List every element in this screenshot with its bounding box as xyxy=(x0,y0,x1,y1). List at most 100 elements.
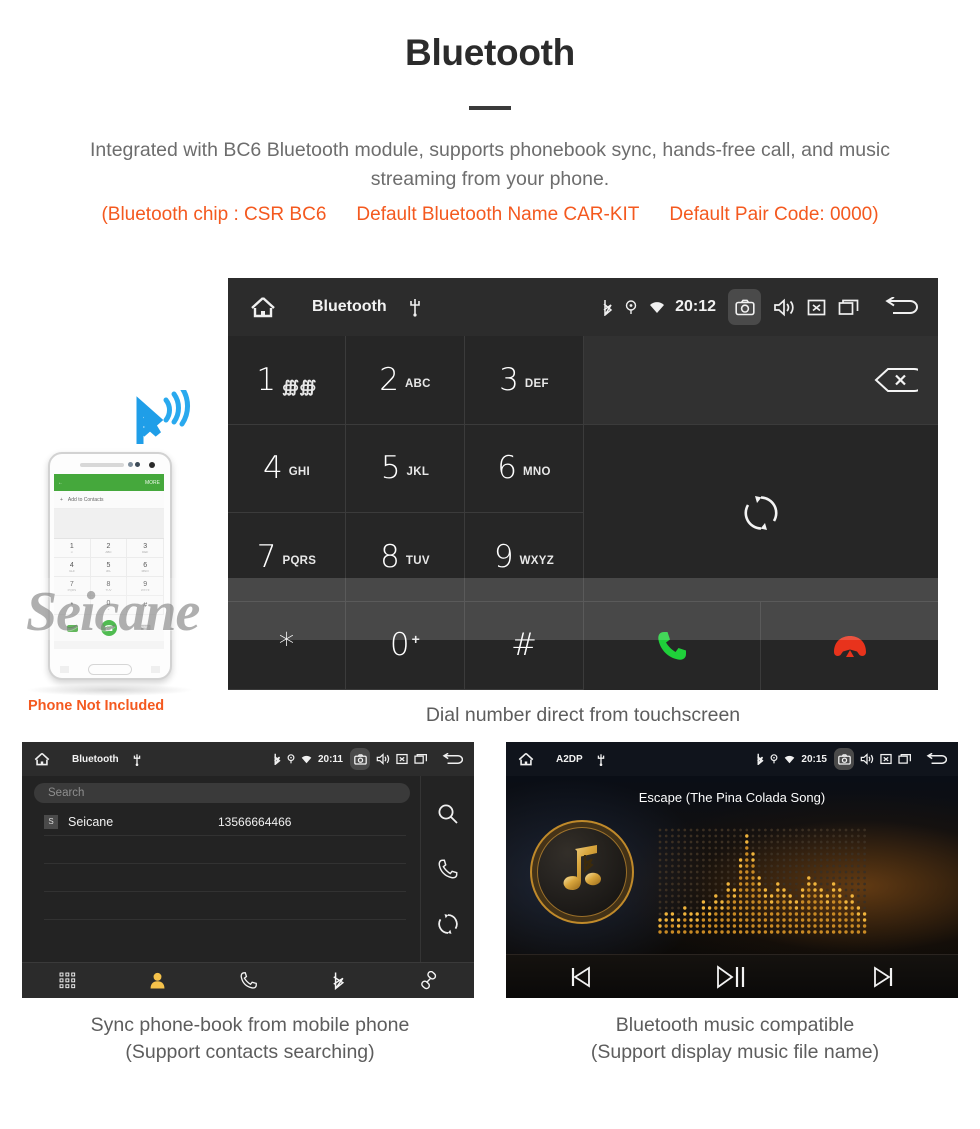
a2dp-caption-line1: Bluetooth music compatible xyxy=(615,1014,855,1036)
a2dp-title: A2DP xyxy=(556,753,583,765)
camera-icon[interactable] xyxy=(728,289,761,325)
key-hash[interactable]: # xyxy=(465,601,584,690)
phone-number-display xyxy=(54,509,164,539)
key-1-letters: ∰∰ xyxy=(282,378,317,396)
search-icon[interactable] xyxy=(437,803,459,825)
recent-apps-icon[interactable] xyxy=(838,298,860,317)
phonebook-caption: Sync phone-book from mobile phone (Suppo… xyxy=(0,1012,500,1066)
key-4-letters: GHI xyxy=(288,466,311,479)
close-box-icon[interactable] xyxy=(880,753,892,765)
phone-add-contact-row: + Add to Contacts xyxy=(54,491,164,509)
phone-videocall-icon xyxy=(54,615,91,641)
key-3-digit: 3 xyxy=(499,361,519,398)
sync-contacts-button[interactable] xyxy=(584,424,938,602)
contact-row[interactable]: S Seicane 13566664466 xyxy=(44,808,406,836)
volume-icon[interactable] xyxy=(860,753,874,765)
key-2[interactable]: 2 ABC xyxy=(346,336,465,425)
key-7-letters: PQRS xyxy=(282,554,317,567)
next-track-button[interactable] xyxy=(807,965,958,989)
phonebook-caption-line2: (Support contacts searching) xyxy=(125,1041,375,1063)
bluetooth-icon xyxy=(756,753,764,765)
dialer-clock: 20:12 xyxy=(675,298,716,315)
home-icon[interactable] xyxy=(34,752,50,766)
album-art xyxy=(530,820,634,924)
volume-icon[interactable] xyxy=(376,753,390,765)
phonebook-main: Search S Seicane 13566664466 xyxy=(22,776,420,962)
home-icon[interactable] xyxy=(250,296,276,318)
call-icon xyxy=(655,629,689,663)
close-box-icon[interactable] xyxy=(807,298,826,317)
phone-key-*: * xyxy=(54,596,91,615)
phone-key-2: 2 ABC xyxy=(90,539,128,558)
phone-mockup: ← MORE + Add to Contacts 1 ∞ 2 ABC 3 DEF 4 GHI 5… xyxy=(48,452,172,680)
contact-name: Seicane xyxy=(68,814,114,829)
camera-icon[interactable] xyxy=(350,748,370,770)
back-arrow-icon[interactable] xyxy=(926,752,947,766)
home-icon[interactable] xyxy=(518,752,534,766)
location-pin-icon xyxy=(287,754,295,764)
call-button[interactable] xyxy=(584,601,761,690)
handset-icon[interactable] xyxy=(437,858,459,880)
spec-bt-name: Default Bluetooth Name CAR-KIT xyxy=(356,204,640,225)
bluetooth-icon xyxy=(602,299,613,316)
tab-call-log[interactable] xyxy=(203,971,293,990)
key-4-digit: 4 xyxy=(262,450,283,487)
spec-pair-code: Default Pair Code: 0000) xyxy=(669,204,879,225)
hero-spec-note: (Bluetooth chip : CSR BC6 Default Blueto… xyxy=(25,204,955,226)
key-0-letters: + xyxy=(411,631,421,648)
phonebook-body: Search S Seicane 13566664466 xyxy=(22,776,474,962)
sync-icon xyxy=(742,494,780,532)
phone-right-key xyxy=(151,666,160,673)
tab-bluetooth[interactable] xyxy=(293,971,383,990)
tab-dialpad[interactable] xyxy=(22,971,112,990)
phone-key-1: 1 ∞ xyxy=(54,539,91,558)
backspace-icon[interactable] xyxy=(874,367,918,393)
tab-pair[interactable] xyxy=(384,971,474,990)
contact-person-icon xyxy=(148,971,167,990)
plus-icon: + xyxy=(60,496,63,503)
phone-action-row: ☎ ⌨ xyxy=(54,615,164,641)
volume-icon[interactable] xyxy=(773,298,795,317)
phone-key-8: 8 TUV xyxy=(90,577,128,596)
key-1[interactable]: 1 ∰∰ xyxy=(228,336,346,425)
sync-icon[interactable] xyxy=(437,913,459,935)
recent-apps-icon[interactable] xyxy=(898,753,912,765)
music-note-bluetooth-icon xyxy=(563,845,601,890)
close-box-icon[interactable] xyxy=(396,753,408,765)
phone-key-3: 3 DEF xyxy=(127,539,164,558)
key-9[interactable]: 9 WXYZ xyxy=(465,513,584,602)
location-pin-icon xyxy=(625,299,637,315)
phone-speaker-grille xyxy=(80,463,124,467)
key-star[interactable]: * xyxy=(228,601,346,690)
key-3[interactable]: 3 DEF xyxy=(465,336,584,425)
search-input[interactable]: Search xyxy=(34,783,410,803)
phonebook-caption-line1: Sync phone-book from mobile phone xyxy=(90,1014,410,1036)
key-8[interactable]: 8 TUV xyxy=(346,513,465,602)
wifi-icon xyxy=(784,755,795,764)
play-pause-button[interactable] xyxy=(657,964,808,990)
wifi-icon xyxy=(649,301,665,314)
key-3-letters: DEF xyxy=(524,377,549,390)
camera-icon[interactable] xyxy=(834,748,854,770)
recent-apps-icon[interactable] xyxy=(414,753,428,765)
end-call-button[interactable] xyxy=(761,601,938,690)
key-hash-digit: # xyxy=(511,627,537,664)
phone-shadow xyxy=(26,684,194,696)
key-0[interactable]: 0 + xyxy=(346,601,465,690)
key-8-letters: TUV xyxy=(405,554,430,567)
back-arrow-icon[interactable] xyxy=(442,752,463,766)
key-5[interactable]: 5 JKL xyxy=(346,424,465,513)
key-star-digit: * xyxy=(278,627,295,664)
number-input-field[interactable] xyxy=(584,336,938,425)
bluetooth-signal-icon xyxy=(136,390,190,444)
previous-track-button[interactable] xyxy=(506,965,657,989)
a2dp-caption: Bluetooth music compatible (Support disp… xyxy=(490,1012,980,1066)
key-5-digit: 5 xyxy=(380,450,401,487)
key-6[interactable]: 6 MNO xyxy=(465,424,584,513)
key-7[interactable]: 7 PQRS xyxy=(228,513,346,602)
back-arrow-icon[interactable] xyxy=(884,297,918,317)
tab-contacts[interactable] xyxy=(112,971,202,990)
dialer-screenshot: Bluetooth 20:12 1 ∰∰ 2 ABC 3 DEF 4 GHI 5… xyxy=(228,278,938,690)
contact-list: S Seicane 13566664466 xyxy=(22,808,420,920)
key-4[interactable]: 4 GHI xyxy=(228,424,346,513)
